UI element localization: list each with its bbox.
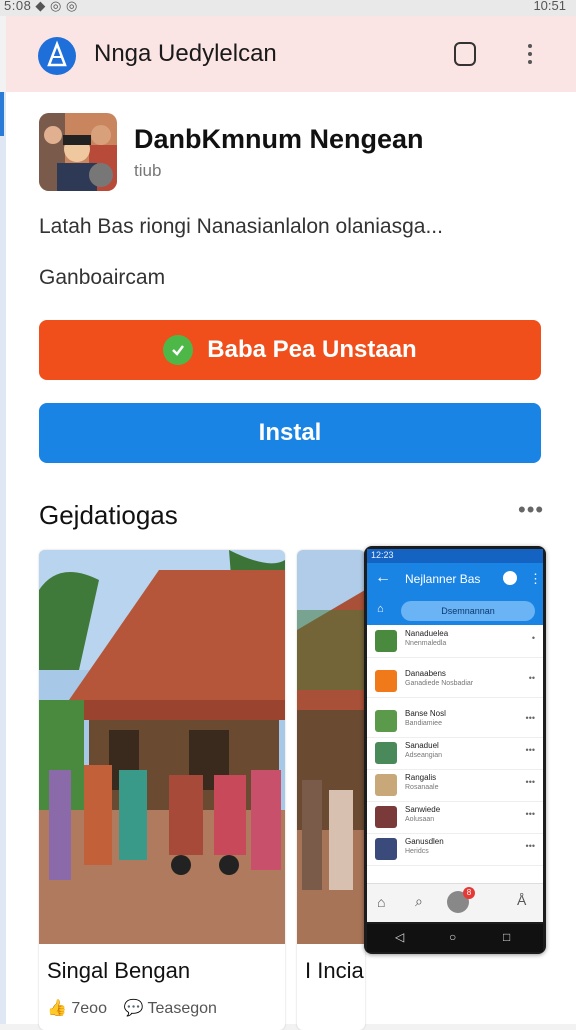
- account-icon[interactable]: [503, 571, 517, 585]
- card-title: Singal Bengan: [47, 958, 191, 983]
- notification-badge: 8: [463, 887, 475, 899]
- app-bar: Nnga Uedylelcan: [6, 16, 576, 92]
- scroll-indicator: [0, 92, 4, 136]
- phone-status-bar: 12:23: [367, 549, 543, 563]
- bookmark-icon[interactable]: [454, 42, 476, 66]
- nav-back-icon[interactable]: ◁: [395, 930, 404, 944]
- phone-list: Nanaduelea Nnenmaledla • Danaabens Ganadie…: [367, 625, 543, 921]
- app-details: DanbKmnum Nengean tiub Latah Bas riongi …: [6, 92, 576, 1030]
- primary-action-label: Baba Pea Unstaan: [207, 336, 417, 363]
- phone-nav-bar: ◁ ○ □: [367, 924, 543, 952]
- list-item[interactable]: Nanaduelea Nnenmaledla •: [367, 625, 543, 658]
- phone-tab-bar: ⌂ ⌕ 8 Å: [367, 883, 543, 922]
- status-bar: 5:08 ◆ ◎ ◎ 10:51: [0, 0, 576, 16]
- section-more-icon[interactable]: •••: [518, 497, 544, 523]
- screenshot-card[interactable]: I Incia: [297, 550, 365, 1030]
- profile-icon[interactable]: Å: [517, 892, 526, 908]
- app-logo-icon: [38, 37, 76, 75]
- status-left: 5:08 ◆ ◎ ◎: [4, 0, 78, 13]
- nav-home-icon[interactable]: ○: [449, 930, 456, 944]
- phone-search-bar[interactable]: ⌂ Dsemnannan: [367, 597, 543, 625]
- phone-search-pill[interactable]: Dsemnannan: [401, 601, 535, 621]
- village-scene-image: [297, 550, 365, 944]
- install-button[interactable]: Instal: [39, 403, 541, 463]
- phone-app-bar: ← Nejlanner Bas ⋮: [367, 563, 543, 597]
- phone-mockup: 12:23 ← Nejlanner Bas ⋮ ⌂ Dsemnannan Nan…: [364, 546, 546, 954]
- back-arrow-icon[interactable]: ←: [375, 569, 391, 587]
- comment-icon[interactable]: 💬: [123, 1000, 143, 1017]
- list-item[interactable]: Banse Nosl Bandiamiee •••: [367, 705, 543, 738]
- home-icon: ⌂: [377, 603, 384, 615]
- list-item[interactable]: Rangalis Rosanaale •••: [367, 769, 543, 802]
- list-item[interactable]: Sanwiede Aolusaan •••: [367, 801, 543, 834]
- app-title: Nnga Uedylelcan: [94, 40, 277, 67]
- publisher-avatar: [39, 113, 117, 191]
- list-item[interactable]: Ganusdlen Heridcs •••: [367, 833, 543, 866]
- village-house-image: [39, 550, 285, 944]
- status-clock: 10:51: [533, 0, 566, 13]
- home-icon[interactable]: ⌂: [377, 894, 385, 910]
- card-meta: 👍 7eoo 💬 Teasegon: [47, 1000, 217, 1017]
- search-icon[interactable]: ⌕: [415, 893, 423, 910]
- app-description: Latah Bas riongi Nanasianlalon olaniasga…: [39, 215, 443, 238]
- phone-app-title: Nejlanner Bas: [405, 572, 481, 586]
- nav-recents-icon[interactable]: □: [503, 930, 510, 944]
- card-title: I Incia: [305, 958, 364, 983]
- thumbs-up-icon[interactable]: 👍: [47, 1000, 67, 1017]
- screenshot-card[interactable]: Singal Bengan 👍 7eoo 💬 Teasegon: [39, 550, 285, 1030]
- install-label: Instal: [258, 419, 322, 446]
- publisher-subtitle: tiub: [134, 161, 162, 180]
- more-options-icon[interactable]: ⋮: [529, 571, 542, 587]
- primary-action-button[interactable]: Baba Pea Unstaan: [39, 320, 541, 380]
- list-item[interactable]: Sanaduel Adseangian •••: [367, 737, 543, 770]
- more-options-icon[interactable]: [522, 40, 538, 72]
- publisher-name: DanbKmnum Nengean: [134, 124, 424, 154]
- list-item[interactable]: Danaabens Ganadiede Nosbadiar ••: [367, 665, 543, 698]
- check-circle-icon: [163, 335, 194, 365]
- app-category[interactable]: Ganboaircam: [39, 266, 165, 290]
- screenshots-section-title: Gejdatiogas: [39, 500, 178, 530]
